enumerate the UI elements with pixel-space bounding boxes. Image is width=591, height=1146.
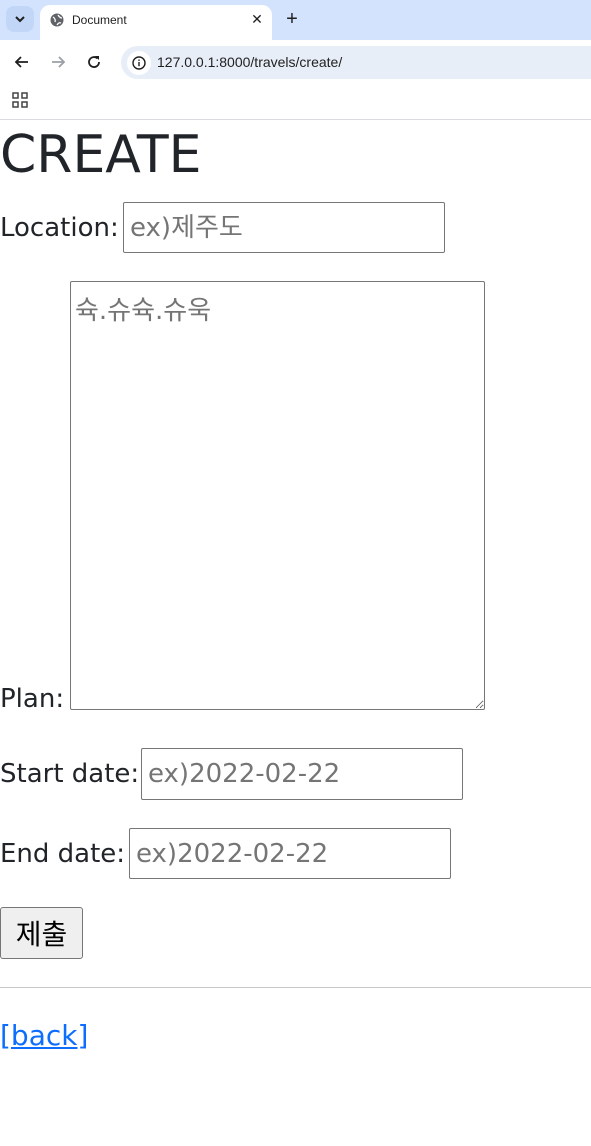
page-title: CREATE (0, 125, 202, 185)
end-date-label: End date: (0, 839, 126, 869)
submit-button[interactable]: 제출 (0, 907, 83, 959)
site-info-button[interactable] (127, 51, 151, 75)
forward-button[interactable] (46, 50, 70, 74)
forward-arrow-icon (52, 56, 66, 68)
location-input[interactable] (123, 202, 445, 253)
divider (0, 987, 591, 988)
globe-icon (50, 13, 64, 27)
apps-grid-icon[interactable] (12, 92, 28, 108)
close-icon[interactable]: ✕ (248, 10, 266, 28)
plan-label: Plan: (0, 684, 65, 714)
reload-icon (88, 56, 100, 68)
back-arrow-icon (14, 56, 28, 68)
start-date-input[interactable] (141, 748, 463, 800)
location-label: Location: (0, 213, 119, 243)
plus-icon[interactable]: + (282, 7, 302, 31)
info-icon (132, 56, 146, 70)
page-content: CREATE Location: Plan: Start date: End d… (0, 121, 591, 1146)
browser-tab[interactable]: Document ✕ (40, 5, 272, 40)
browser-toolbar: 127.0.0.1:8000/travels/create/ (0, 40, 591, 84)
bookmarks-bar (0, 84, 591, 120)
chevron-down-icon (15, 16, 25, 23)
plan-textarea[interactable] (70, 281, 485, 710)
back-link[interactable]: [back] (0, 1019, 88, 1052)
back-button[interactable] (10, 50, 34, 74)
url-text[interactable]: 127.0.0.1:8000/travels/create/ (157, 54, 342, 70)
tab-strip: Document ✕ + (0, 0, 591, 40)
start-date-label: Start date: (0, 759, 140, 789)
end-date-input[interactable] (129, 828, 451, 879)
tab-search-button[interactable] (6, 6, 34, 32)
tab-title: Document (72, 13, 127, 27)
address-bar[interactable]: 127.0.0.1:8000/travels/create/ (121, 46, 591, 79)
reload-button[interactable] (82, 50, 106, 74)
